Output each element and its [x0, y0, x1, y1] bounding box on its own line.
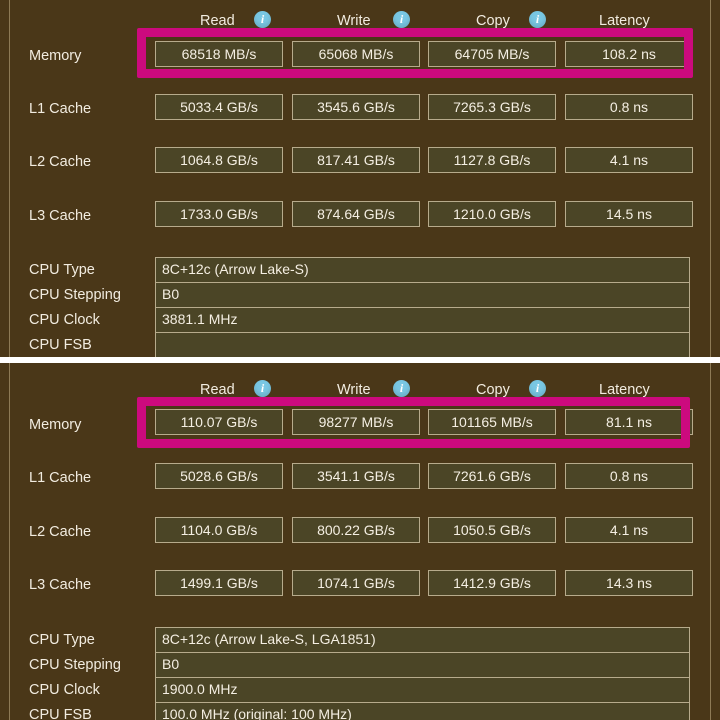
info-icon[interactable]: i — [254, 380, 271, 397]
l1-write-value: 3541.1 GB/s — [292, 463, 420, 489]
memory-row-highlight — [137, 397, 690, 448]
l2-copy-value: 1127.8 GB/s — [428, 147, 556, 173]
l1-latency-value: 0.8 ns — [565, 94, 693, 120]
panel-right-rule — [710, 363, 711, 720]
cpu-info-label-cpu-clock: CPU Clock — [29, 682, 100, 698]
cpu-stepping-value: B0 — [156, 283, 689, 308]
info-icon[interactable]: i — [393, 11, 410, 28]
l2-read-value: 1064.8 GB/s — [155, 147, 283, 173]
row-label-l1-cache: L1 Cache — [29, 101, 92, 117]
panel-divider — [0, 357, 720, 363]
panel-left-rule — [9, 0, 10, 357]
row-label-l3-cache: L3 Cache — [29, 208, 92, 224]
l3-latency-value: 14.5 ns — [565, 201, 693, 227]
l3-copy-value: 1412.9 GB/s — [428, 570, 556, 596]
row-label-l2-cache: L2 Cache — [29, 154, 92, 170]
cpu-clock-value: 3881.1 MHz — [156, 308, 689, 333]
l2-latency-value: 4.1 ns — [565, 147, 693, 173]
l1-latency-value: 0.8 ns — [565, 463, 693, 489]
info-icon[interactable]: i — [529, 380, 546, 397]
l1-write-value: 3545.6 GB/s — [292, 94, 420, 120]
l3-write-value: 874.64 GB/s — [292, 201, 420, 227]
row-label-memory: Memory — [29, 48, 82, 64]
benchmark-panel-bottom: Read i Write i Copy i Latency Memory 110… — [0, 363, 720, 720]
panel-right-rule — [710, 0, 711, 357]
l1-read-value: 5033.4 GB/s — [155, 94, 283, 120]
row-label-memory: Memory — [29, 417, 82, 433]
cpu-info-label-cpu-fsb: CPU FSB — [29, 707, 92, 720]
l3-read-value: 1733.0 GB/s — [155, 201, 283, 227]
l3-write-value: 1074.1 GB/s — [292, 570, 420, 596]
l1-read-value: 5028.6 GB/s — [155, 463, 283, 489]
l2-copy-value: 1050.5 GB/s — [428, 517, 556, 543]
info-icon[interactable]: i — [393, 380, 410, 397]
cpu-info-label-cpu-clock: CPU Clock — [29, 312, 100, 328]
l1-copy-value: 7265.3 GB/s — [428, 94, 556, 120]
l1-copy-value: 7261.6 GB/s — [428, 463, 556, 489]
cpu-info-label-cpu-stepping: CPU Stepping — [29, 287, 121, 303]
l3-latency-value: 14.3 ns — [565, 570, 693, 596]
memory-row-highlight — [137, 28, 693, 78]
cpu-type-value: 8C+12c (Arrow Lake-S) — [156, 258, 689, 283]
cpu-fsb-value: 100.0 MHz (original: 100 MHz) — [162, 706, 352, 720]
row-label-l3-cache: L3 Cache — [29, 577, 92, 593]
cpu-info-block: 8C+12c (Arrow Lake-S, LGA1851) B0 1900.0… — [155, 627, 690, 720]
panel-left-rule — [9, 363, 10, 720]
cpu-info-label-cpu-type: CPU Type — [29, 262, 95, 278]
benchmark-panel-top: Read i Write i Copy i Latency Memory 685… — [0, 0, 720, 357]
info-icon[interactable]: i — [254, 11, 271, 28]
row-label-l1-cache: L1 Cache — [29, 470, 92, 486]
l2-latency-value: 4.1 ns — [565, 517, 693, 543]
l2-read-value: 1104.0 GB/s — [155, 517, 283, 543]
cpu-info-label-cpu-type: CPU Type — [29, 632, 95, 648]
cpu-stepping-value: B0 — [156, 653, 689, 678]
info-icon[interactable]: i — [529, 11, 546, 28]
cpu-type-value: 8C+12c (Arrow Lake-S, LGA1851) — [156, 628, 689, 653]
cpu-clock-value: 1900.0 MHz — [156, 678, 689, 703]
l3-copy-value: 1210.0 GB/s — [428, 201, 556, 227]
l2-write-value: 817.41 GB/s — [292, 147, 420, 173]
l2-write-value: 800.22 GB/s — [292, 517, 420, 543]
cpu-fsb-value — [156, 333, 689, 357]
cpu-info-label-cpu-fsb: CPU FSB — [29, 337, 92, 353]
cpu-info-block: 8C+12c (Arrow Lake-S) B0 3881.1 MHz — [155, 257, 690, 357]
l3-read-value: 1499.1 GB/s — [155, 570, 283, 596]
cpu-info-label-cpu-stepping: CPU Stepping — [29, 657, 121, 673]
row-label-l2-cache: L2 Cache — [29, 524, 92, 540]
